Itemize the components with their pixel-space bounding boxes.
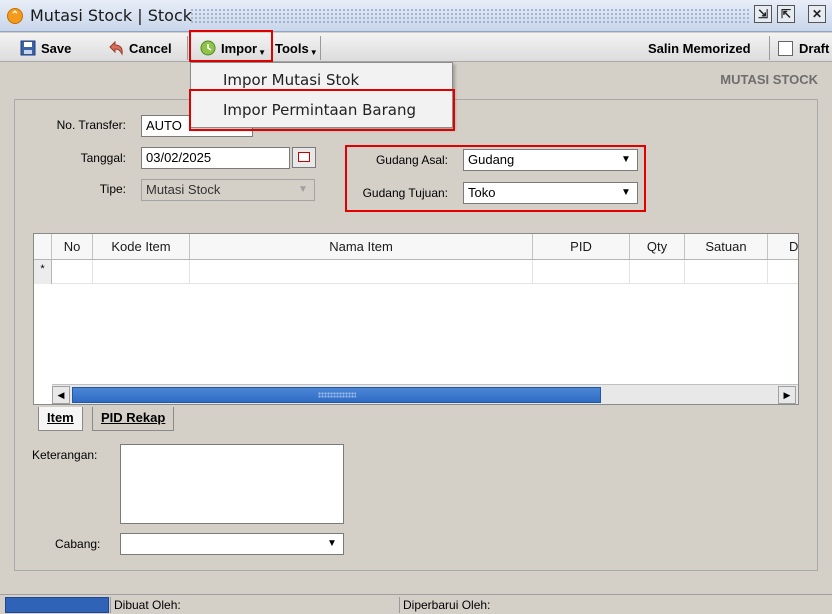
scroll-thumb[interactable] [72, 387, 601, 403]
table-row[interactable]: * [34, 260, 798, 284]
status-bar: Dibuat Oleh: Diperbarui Oleh: [0, 594, 832, 614]
column-header[interactable]: Satuan [685, 234, 768, 259]
highlight-box-permintaan [189, 89, 455, 131]
table-cell[interactable] [630, 260, 685, 284]
column-header[interactable]: D [768, 234, 798, 259]
no-transfer-label: No. Transfer: [56, 118, 126, 132]
floppy-disk-icon [20, 40, 36, 56]
draft-checkbox[interactable]: Draft [778, 37, 829, 59]
table-cell[interactable] [52, 260, 93, 284]
keterangan-label: Keterangan: [32, 448, 98, 462]
save-button[interactable]: Save [20, 37, 71, 59]
grid-corner [34, 234, 52, 259]
toolbar: Save Cancel Impor ▼ Tools ▼ Salin Memori… [0, 33, 832, 62]
column-header[interactable]: No [52, 234, 93, 259]
checkbox-box[interactable] [778, 40, 793, 56]
table-cell[interactable] [533, 260, 630, 284]
status-progress-block [5, 597, 109, 613]
app-logo-icon: ⌃ [7, 8, 23, 24]
column-header[interactable]: Kode Item [93, 234, 190, 259]
item-grid[interactable]: No Kode Item Nama Item PID Qty Satuan D … [33, 233, 799, 405]
title-drag-grip[interactable] [190, 8, 750, 24]
cabang-label: Cabang: [55, 537, 101, 551]
cancel-button[interactable]: Cancel [108, 37, 172, 59]
tab-pid-rekap[interactable]: PID Rekap [92, 407, 175, 431]
table-cell[interactable] [685, 260, 768, 284]
grid-header: No Kode Item Nama Item PID Qty Satuan D [34, 234, 798, 260]
restore-icon[interactable]: ⇲ [754, 5, 772, 23]
tipe-select: Mutasi Stock ▼ [141, 179, 315, 201]
table-cell[interactable] [93, 260, 190, 284]
highlight-box-gudang [345, 145, 646, 212]
table-cell[interactable] [190, 260, 533, 284]
horizontal-scrollbar[interactable]: ◀ ▶ [52, 384, 798, 404]
toolbar-separator [769, 36, 770, 60]
section-title: MUTASI STOCK [720, 72, 818, 87]
chevron-down-icon[interactable]: ▼ [325, 534, 339, 554]
cabang-select[interactable]: ▼ [120, 533, 344, 555]
tanggal-field[interactable]: 03/02/2025 [141, 147, 290, 169]
chevron-down-icon: ▼ [309, 47, 318, 57]
new-row-marker: * [34, 260, 52, 284]
close-icon[interactable]: ✕ [808, 5, 826, 23]
calendar-icon[interactable] [292, 147, 316, 168]
diperbarui-oleh-label: Diperbarui Oleh: [399, 597, 832, 613]
scroll-right-icon[interactable]: ▶ [778, 386, 796, 404]
toolbar-separator [320, 36, 321, 60]
toolbar-separator [187, 36, 188, 60]
highlight-box-impor [189, 30, 273, 62]
column-header[interactable]: PID [533, 234, 630, 259]
keterangan-textarea[interactable] [120, 444, 344, 524]
tools-button[interactable]: Tools ▼ [275, 37, 318, 59]
tipe-label: Tipe: [99, 182, 126, 196]
title-bar: ⌃ Mutasi Stock | Stock ⇲ ⇱ ✕ [0, 0, 832, 32]
tab-item[interactable]: Item [38, 407, 83, 431]
dibuat-oleh-label: Dibuat Oleh: [110, 597, 397, 613]
column-header[interactable]: Qty [630, 234, 685, 259]
maximize-icon[interactable]: ⇱ [777, 5, 795, 23]
scroll-left-icon[interactable]: ◀ [52, 386, 70, 404]
undo-arrow-icon [108, 40, 124, 56]
tanggal-label: Tanggal: [80, 151, 126, 165]
column-header[interactable]: Nama Item [190, 234, 533, 259]
salin-memorized-button[interactable]: Salin Memorized [648, 37, 751, 59]
chevron-down-icon: ▼ [298, 184, 308, 195]
window-title: Mutasi Stock | Stock [30, 6, 193, 25]
